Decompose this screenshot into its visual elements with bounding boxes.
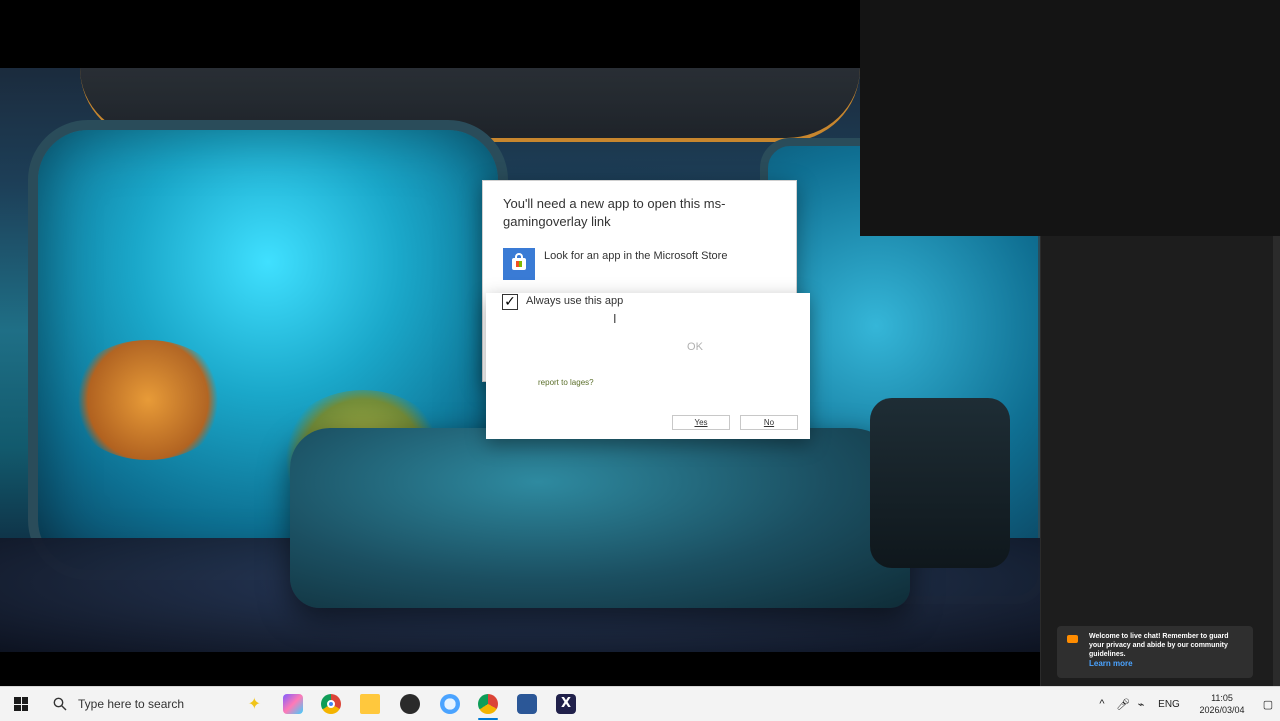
chrome-icon[interactable] xyxy=(321,694,341,714)
side-chat-panel xyxy=(1040,236,1280,686)
system-tray: ^ 🎤︎ ⌁ ENG 11:05 2026/03/04 ▢ xyxy=(1090,687,1280,721)
text-cursor-icon: I xyxy=(613,312,617,326)
taskbar-search[interactable]: Type here to search ✦ xyxy=(42,687,267,721)
top-dark-area xyxy=(0,0,860,68)
toast-message: Welcome to live chat! Remember to guard … xyxy=(1089,633,1229,658)
yes-button[interactable]: Yes xyxy=(672,415,730,430)
wallpaper-headboard xyxy=(870,398,1010,568)
taskbar: Type here to search ✦ X ^ 🎤︎ ⌁ ENG 11:05… xyxy=(0,686,1280,721)
windows-logo-icon xyxy=(14,697,28,711)
chevron-up-icon[interactable]: ^ xyxy=(1090,687,1114,721)
store-option-label[interactable]: Look for an app in the Microsoft Store xyxy=(544,250,727,262)
copilot-icon[interactable] xyxy=(283,694,303,714)
network-icon[interactable]: ⌁ xyxy=(1132,687,1150,721)
no-button[interactable]: No xyxy=(740,415,798,430)
side-panel-scrollbar[interactable] xyxy=(1273,236,1280,686)
clock-date: 2026/03/04 xyxy=(1199,705,1245,715)
video-overlay-panel xyxy=(860,0,1280,236)
chat-toast: Welcome to live chat! Remember to guard … xyxy=(1057,626,1253,678)
search-placeholder: Type here to search xyxy=(78,697,185,711)
wallpaper-bed xyxy=(290,428,910,608)
chrome-icon[interactable] xyxy=(478,694,498,714)
dialog-title: You'll need a new app to open this ms-ga… xyxy=(503,196,726,229)
checkmark-icon: ✓ xyxy=(504,294,516,310)
report-link[interactable]: report to lages? xyxy=(538,378,594,387)
ok-button[interactable]: OK xyxy=(670,337,720,357)
clock[interactable]: 11:05 2026/03/04 xyxy=(1190,687,1254,721)
microphone-icon[interactable]: 🎤︎ xyxy=(1114,687,1132,721)
always-use-label[interactable]: Always use this app xyxy=(526,295,623,307)
sparkle-icon: ✦ xyxy=(247,694,261,713)
word-icon[interactable] xyxy=(517,694,537,714)
search-icon xyxy=(52,696,68,712)
language-indicator[interactable]: ENG xyxy=(1152,687,1186,721)
clock-time: 11:05 xyxy=(1211,693,1233,703)
bottom-dark-area xyxy=(0,652,1040,686)
snipping-tool-icon[interactable] xyxy=(440,694,460,714)
chat-toast-icon xyxy=(1067,635,1078,643)
always-use-checkbox[interactable]: ✓ xyxy=(502,294,518,310)
obs-icon[interactable] xyxy=(400,694,420,714)
file-explorer-icon[interactable] xyxy=(360,694,380,714)
learn-more-link[interactable]: Learn more xyxy=(1089,659,1133,668)
start-button[interactable] xyxy=(0,687,42,721)
notification-icon[interactable]: ▢ xyxy=(1256,687,1280,721)
microsoft-store-icon[interactable] xyxy=(503,248,535,280)
x-app-icon[interactable]: X xyxy=(556,694,576,714)
